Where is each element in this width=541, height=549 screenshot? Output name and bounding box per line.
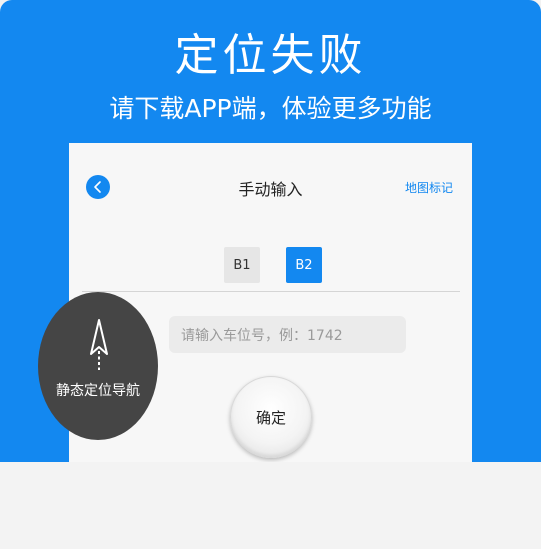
promo-headline: 定位失败 <box>174 30 367 81</box>
floor-b2-button[interactable]: B2 <box>286 247 322 283</box>
promo-subhead: 请下载APP端，体验更多功能 <box>109 94 432 123</box>
divider <box>82 291 460 292</box>
bottom-area <box>0 462 541 549</box>
parking-spot-input[interactable]: 请输入车位号，例：1742 <box>169 316 406 353</box>
confirm-button[interactable]: 确定 <box>230 376 312 458</box>
static-navigation-label: 静态定位导航 <box>56 383 140 399</box>
navigation-arrow-icon <box>90 319 108 370</box>
static-navigation-button[interactable]: 静态定位导航 <box>38 292 158 440</box>
map-mark-link[interactable]: 地图标记 <box>405 179 453 196</box>
floor-b1-button[interactable]: B1 <box>224 247 260 283</box>
